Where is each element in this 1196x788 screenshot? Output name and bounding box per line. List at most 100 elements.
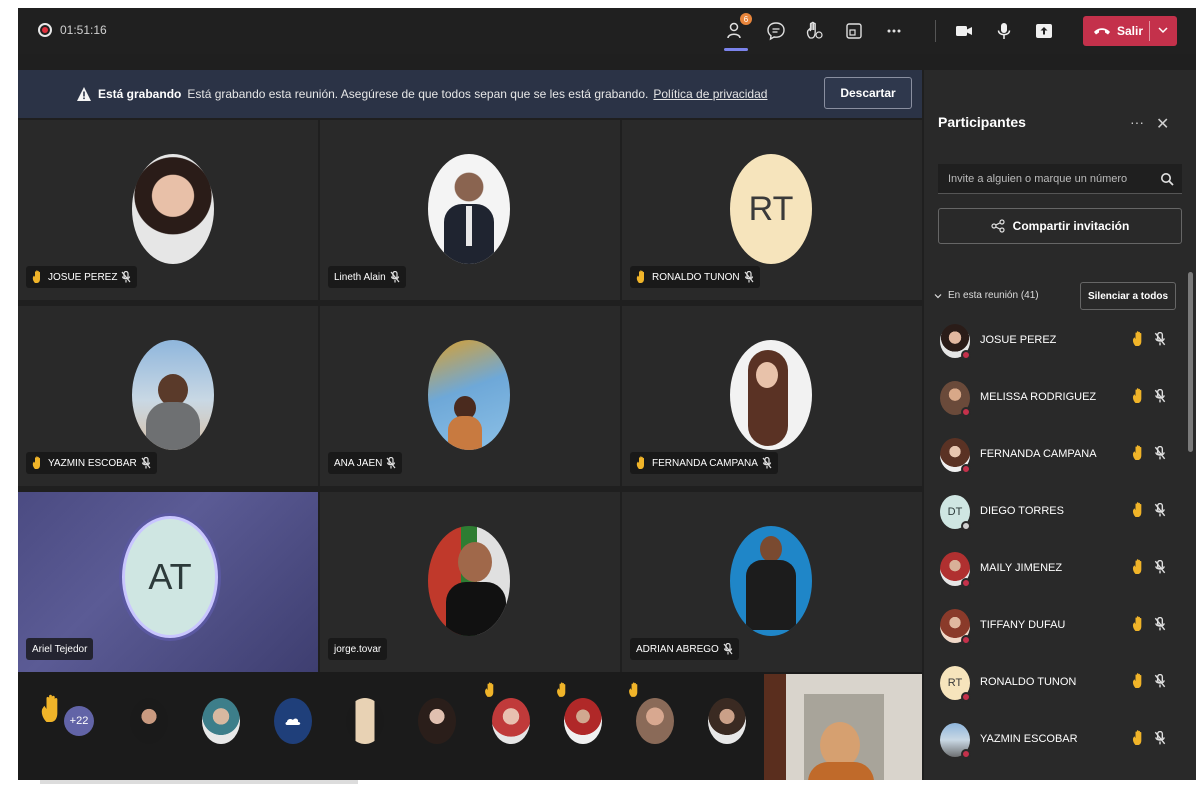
reactions-icon — [806, 21, 823, 39]
mic-off-icon — [141, 457, 151, 469]
participant-row[interactable]: JOSUE PEREZ — [924, 314, 1186, 370]
privacy-policy-link[interactable]: Política de privacidad — [653, 87, 767, 101]
panel-more-icon[interactable]: ··· — [1130, 114, 1144, 130]
raised-hand-icon — [1132, 387, 1146, 405]
participant-photo — [132, 154, 214, 264]
strip-avatar[interactable] — [274, 698, 312, 744]
share-invite-button[interactable]: Compartir invitación — [938, 208, 1182, 244]
strip-avatar[interactable] — [564, 698, 602, 744]
strip-avatar[interactable] — [418, 698, 456, 744]
strip-avatar[interactable] — [202, 698, 240, 744]
participant-row[interactable]: TIFFANY DUFAU — [924, 599, 1186, 655]
close-icon[interactable]: ✕ — [1156, 114, 1169, 134]
raised-hand-icon — [32, 270, 44, 284]
invite-search-input[interactable] — [938, 164, 1182, 194]
participant-row[interactable]: MAILY JIMENEZ — [924, 542, 1186, 598]
participant-row[interactable]: YAZMIN ESCOBAR — [924, 713, 1186, 769]
mute-all-button[interactable]: Silenciar a todos — [1080, 282, 1176, 310]
more-actions-button[interactable] — [880, 17, 908, 45]
mic-off-icon — [1154, 332, 1166, 346]
participant-name-tag: jorge.tovar — [328, 638, 388, 660]
recording-icon — [38, 23, 52, 37]
mic-off-icon — [1154, 446, 1166, 460]
participants-button[interactable]: 6 — [722, 13, 752, 45]
participant-photo — [730, 340, 812, 450]
reactions-button[interactable] — [800, 17, 828, 45]
in-meeting-section-toggle[interactable]: En esta reunión (41) — [934, 290, 1039, 301]
strip-avatar[interactable] — [636, 698, 674, 744]
participant-name: ADRIAN ABREGO — [636, 643, 719, 655]
strip-avatar[interactable] — [130, 698, 168, 744]
participant-name-tag: YAZMIN ESCOBAR — [26, 452, 157, 474]
participant-name: DIEGO TORRES — [980, 505, 1064, 517]
more-icon — [887, 29, 901, 33]
raised-hand-icon — [636, 456, 648, 470]
participant-photo — [730, 526, 812, 636]
strip-avatar[interactable] — [492, 698, 530, 744]
chat-icon — [767, 22, 785, 41]
participant-name: RONALDO TUNON — [980, 676, 1077, 688]
microphone-button[interactable] — [990, 17, 1018, 45]
cloud-icon — [285, 718, 301, 725]
participant-name: RONALDO TUNON — [652, 271, 740, 283]
raised-hand-icon — [1132, 444, 1146, 462]
video-tile[interactable]: FERNANDA CAMPANA — [622, 306, 922, 486]
participant-row[interactable]: FERNANDA CAMPANA — [924, 428, 1186, 484]
video-tile[interactable]: YAZMIN ESCOBAR — [18, 306, 318, 486]
raised-hand-icon — [1132, 729, 1146, 747]
participant-row[interactable]: RT RONALDO TUNON — [924, 656, 1186, 712]
status-dot — [961, 692, 971, 702]
participant-photo — [428, 340, 510, 450]
more-participants-badge[interactable]: +22 — [64, 706, 94, 736]
mic-off-icon — [121, 271, 131, 283]
camera-button[interactable] — [950, 17, 978, 45]
mic-off-icon — [1154, 674, 1166, 688]
video-tile[interactable]: jorge.tovar — [320, 492, 620, 672]
panel-title: Participantes — [938, 114, 1026, 130]
participant-row[interactable]: DT DIEGO TORRES — [924, 485, 1186, 541]
mic-off-icon — [1154, 617, 1166, 631]
raised-hand-icon — [32, 456, 44, 470]
recording-banner: Está grabando Está grabando esta reunión… — [18, 70, 922, 118]
participant-name: FERNANDA CAMPANA — [980, 448, 1097, 460]
self-video-preview[interactable] — [764, 674, 922, 780]
strip-avatar[interactable] — [346, 698, 384, 744]
raised-hand-icon — [628, 682, 642, 698]
participant-row[interactable]: MELISSA RODRIGUEZ — [924, 371, 1186, 427]
share-screen-button[interactable] — [1030, 17, 1058, 45]
video-tile[interactable]: RT RONALDO TUNON — [622, 120, 922, 300]
status-dot — [961, 749, 971, 759]
strip-avatar[interactable] — [708, 698, 746, 744]
participant-name: Ariel Tejedor — [32, 643, 88, 655]
chevron-down-icon — [934, 293, 942, 298]
raised-hand-icon — [556, 682, 570, 698]
status-dot — [961, 635, 971, 645]
leave-button[interactable]: Salir — [1083, 16, 1177, 46]
chevron-down-icon[interactable] — [1157, 24, 1169, 36]
mic-icon — [997, 23, 1011, 39]
status-dot — [961, 407, 971, 417]
video-tile[interactable]: ANA JAEN — [320, 306, 620, 486]
meeting-toolbar: 01:51:16 6 Salir — [18, 8, 1196, 54]
initials-avatar: AT — [122, 516, 218, 638]
initials-avatar: RT — [730, 154, 812, 264]
raised-hand-icon — [1132, 330, 1146, 348]
mic-off-icon — [723, 643, 733, 655]
phone-icon — [1094, 28, 1110, 35]
breakout-rooms-button[interactable] — [840, 17, 868, 45]
section-label: En esta reunión (41) — [948, 290, 1039, 301]
participant-name: YAZMIN ESCOBAR — [980, 733, 1078, 745]
dismiss-button[interactable]: Descartar — [824, 77, 912, 109]
video-tile[interactable]: JOSUE PEREZ — [18, 120, 318, 300]
video-tile[interactable]: ADRIAN ABREGO — [622, 492, 922, 672]
raised-hand-icon — [1132, 558, 1146, 576]
share-invite-label: Compartir invitación — [1012, 219, 1130, 233]
video-tile[interactable]: AT Ariel Tejedor — [18, 492, 318, 672]
search-icon[interactable] — [1160, 172, 1174, 186]
panel-scrollbar[interactable] — [1188, 272, 1193, 452]
video-tile[interactable]: Lineth Alain — [320, 120, 620, 300]
participant-name: TIFFANY DUFAU — [980, 619, 1066, 631]
participant-name: FERNANDA CAMPANA — [652, 457, 758, 469]
chat-button[interactable] — [762, 17, 790, 45]
participant-name: JOSUE PEREZ — [980, 334, 1057, 346]
